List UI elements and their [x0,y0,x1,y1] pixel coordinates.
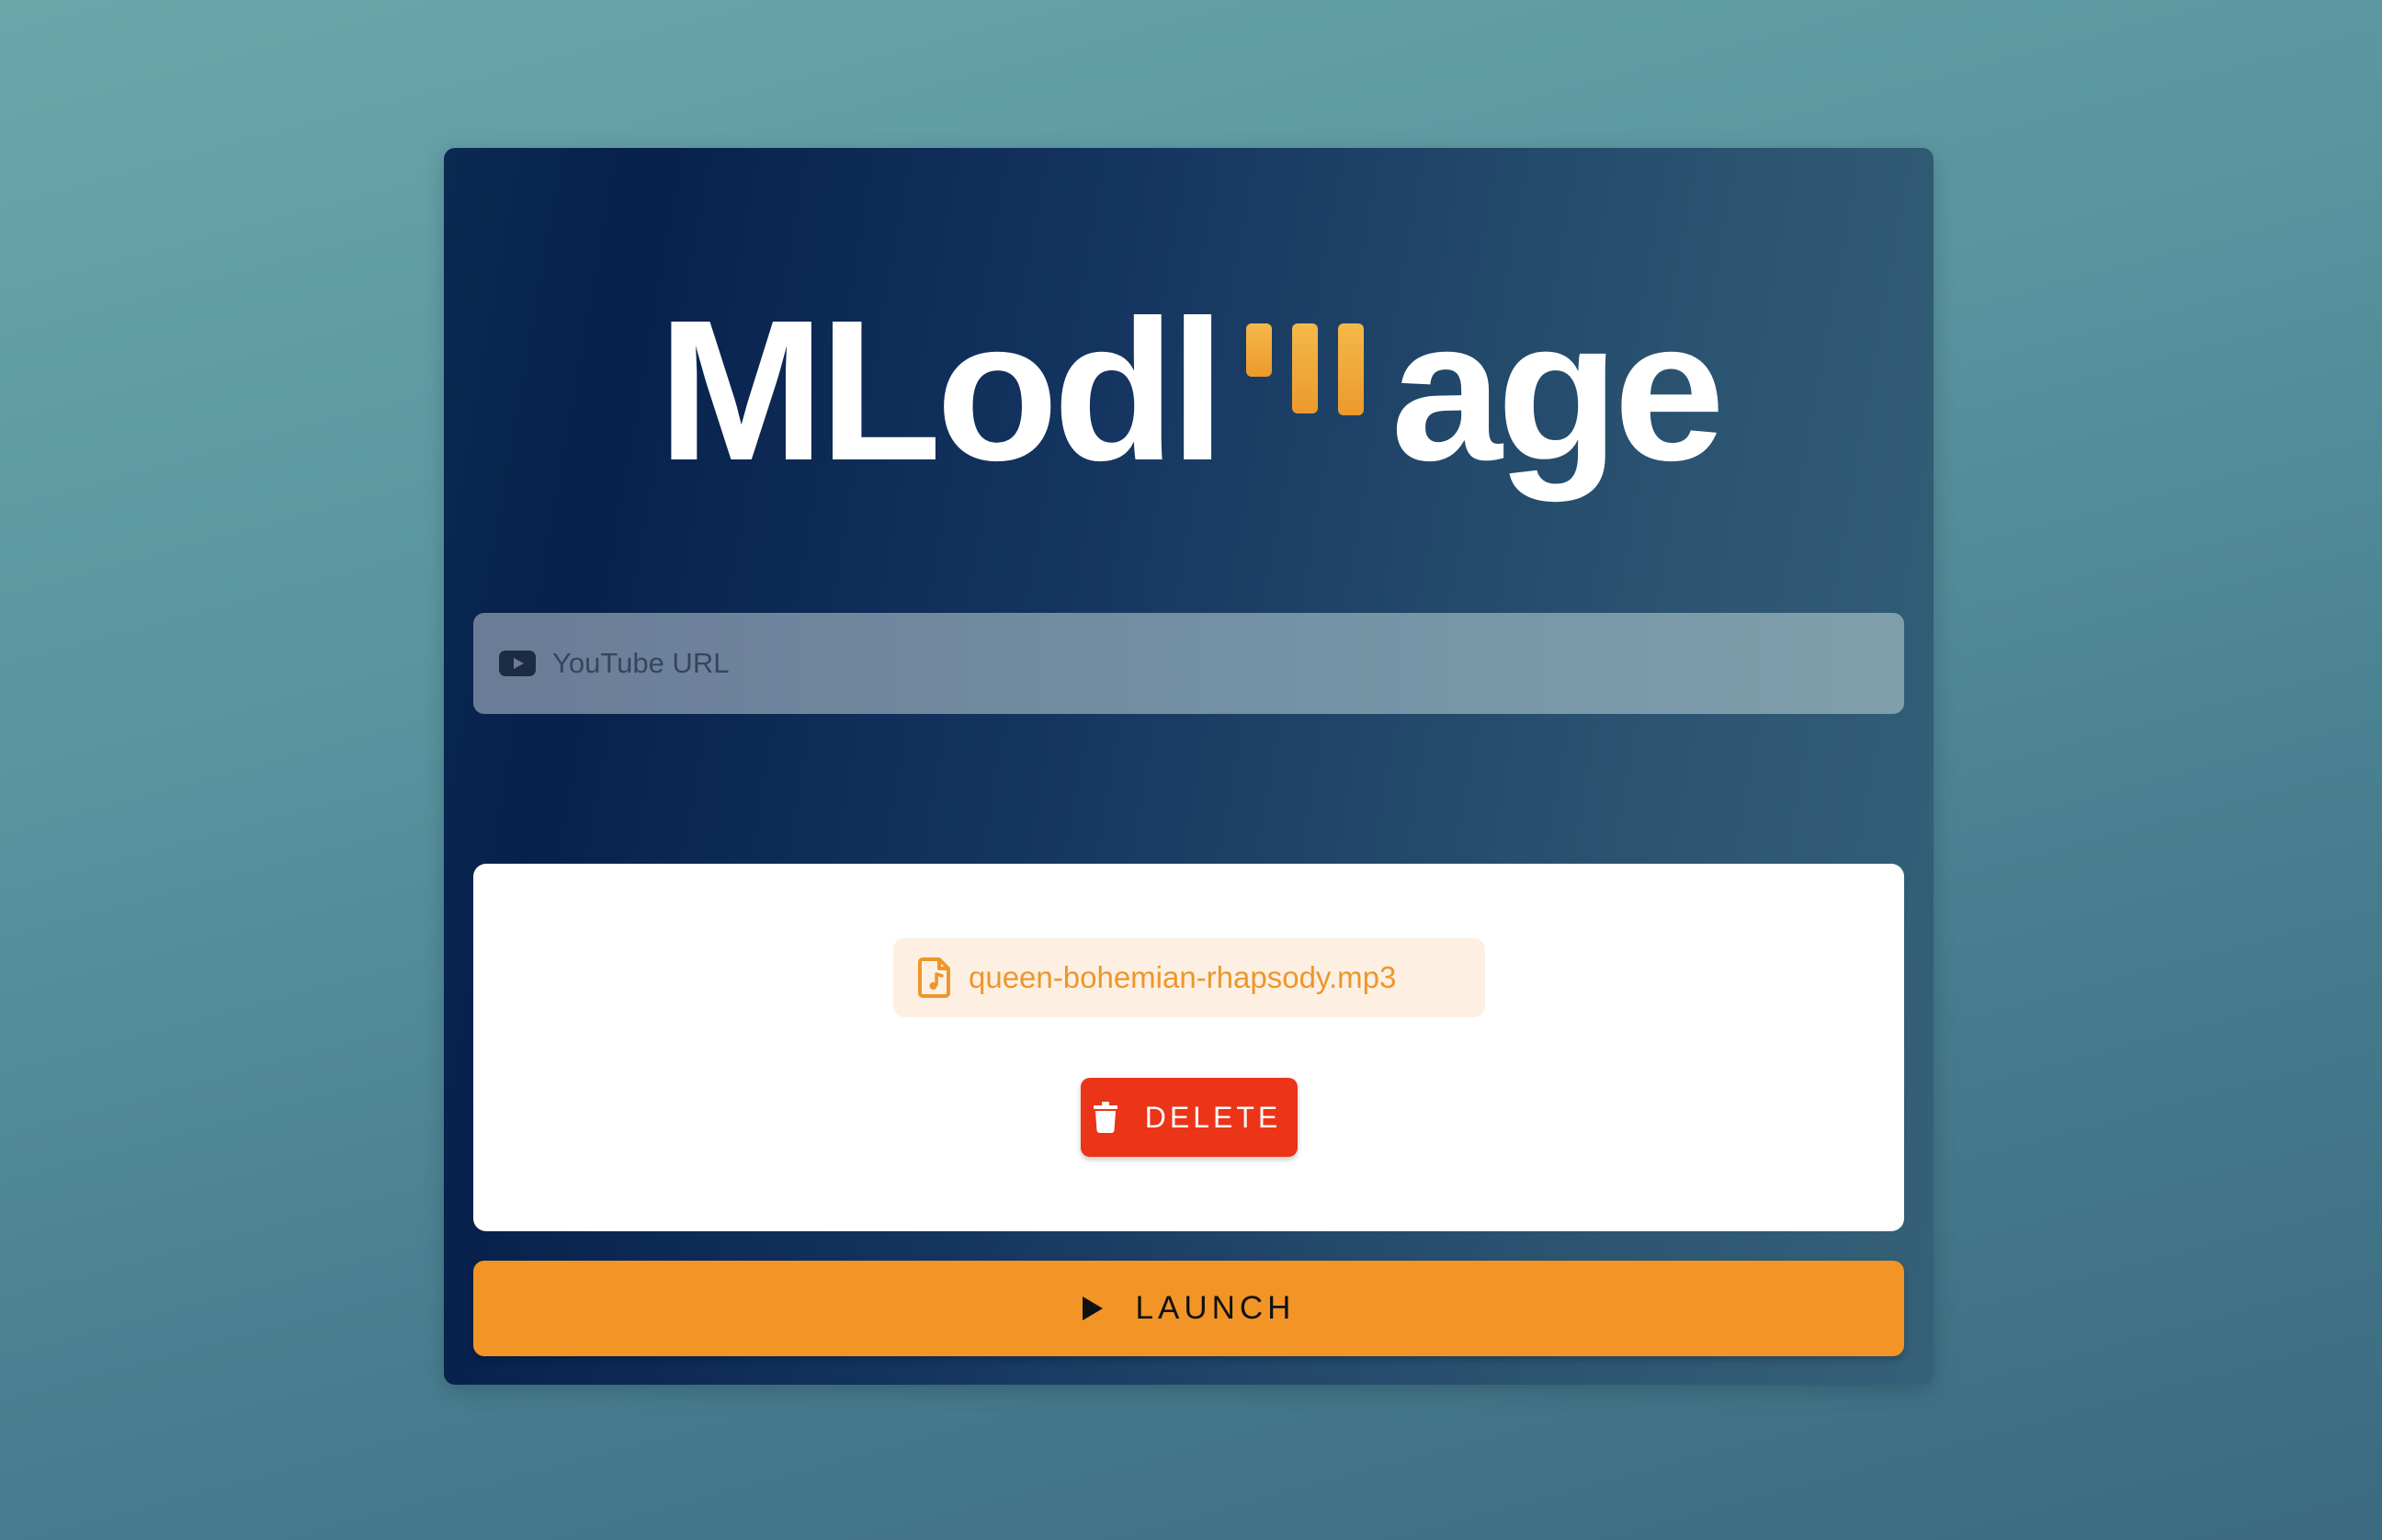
file-name: queen-bohemian-rhapsody.mp3 [969,960,1397,994]
delete-button[interactable]: DELETE [1081,1078,1298,1157]
launch-button[interactable]: LAUNCH [473,1261,1904,1356]
launch-label: LAUNCH [1135,1290,1296,1326]
audio-file-icon [918,957,950,998]
selected-file-chip: queen-bohemian-rhapsody.mp3 [893,938,1485,1017]
delete-label: DELETE [1144,1100,1282,1134]
logo-equalizer-icon [1245,323,1364,452]
youtube-icon [499,651,536,676]
logo-text-left: MLodl [657,279,1226,503]
play-icon [1082,1297,1103,1320]
app-logo: MLodl age [444,286,1934,497]
youtube-url-input[interactable] [550,646,1841,681]
trash-icon [1093,1102,1117,1133]
logo-bar [1245,323,1272,377]
upload-panel[interactable]: queen-bohemian-rhapsody.mp3 DELETE [473,864,1904,1231]
youtube-url-field[interactable] [473,613,1904,714]
logo-text-right: age [1390,279,1726,503]
main-card: MLodl age OR queen-bohemian-rhapsody.mp3 [444,148,1934,1385]
logo-bar [1337,323,1364,415]
logo-bar [1291,323,1318,413]
